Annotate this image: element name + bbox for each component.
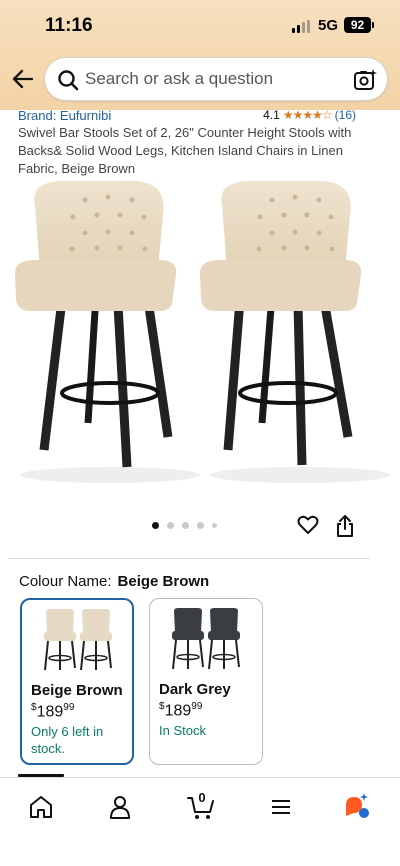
- star-rating-icon: ★★★★☆: [282, 108, 333, 122]
- price-fraction: 99: [191, 701, 203, 712]
- bottom-nav: 0: [0, 777, 400, 866]
- colour-option-dark-grey[interactable]: Dark Grey $18999 In Stock: [149, 598, 263, 765]
- home-icon[interactable]: [26, 792, 56, 822]
- option-stock: In Stock: [159, 723, 206, 738]
- brand-link[interactable]: Brand: Eufurnibi: [18, 108, 111, 123]
- page-dot[interactable]: [152, 522, 159, 529]
- camera-scan-icon[interactable]: [353, 68, 377, 92]
- search-input[interactable]: [85, 58, 335, 100]
- page-dot[interactable]: [212, 523, 217, 528]
- page-dot[interactable]: [167, 522, 174, 529]
- search-icon: [58, 70, 79, 91]
- cart-count: 0: [198, 790, 206, 805]
- page-dot[interactable]: [197, 522, 204, 529]
- stool-left: [15, 181, 200, 483]
- battery-icon: 92: [344, 17, 371, 33]
- header-background: 11:16 5G 92: [0, 0, 400, 110]
- status-time: 11:16: [45, 15, 93, 36]
- share-icon[interactable]: [335, 514, 355, 538]
- rufus-icon[interactable]: [343, 792, 373, 822]
- back-arrow-icon[interactable]: [10, 66, 36, 92]
- cart-button[interactable]: 0: [186, 790, 216, 822]
- beige-stools-thumbnail: [44, 609, 112, 671]
- heart-icon[interactable]: [297, 514, 319, 536]
- product-image[interactable]: [0, 175, 400, 505]
- stool-right: [200, 181, 390, 483]
- rating-value: 4.1: [263, 108, 280, 122]
- rating-count[interactable]: (16): [335, 108, 356, 122]
- selected-colour: Beige Brown: [117, 573, 210, 590]
- account-icon[interactable]: [105, 792, 135, 822]
- grey-stools-thumbnail: [172, 608, 240, 670]
- product-title: Swivel Bar Stools Set of 2, 26" Counter …: [18, 125, 352, 176]
- option-stock: Only 6 left in stock.: [31, 724, 104, 756]
- status-bar: 11:16 5G 92: [0, 0, 400, 52]
- colour-label-text: Colour Name:: [19, 573, 112, 590]
- rating-summary[interactable]: 4.1 ★★★★☆ (16): [263, 108, 356, 122]
- colour-label: Colour Name: Beige Brown: [19, 573, 209, 590]
- option-price: $18999: [159, 701, 202, 720]
- signal-icon: [292, 20, 310, 33]
- price-fraction: 99: [63, 702, 75, 713]
- price-whole: 189: [164, 702, 192, 720]
- image-pagination[interactable]: [152, 522, 217, 529]
- page-dot[interactable]: [182, 522, 189, 529]
- price-whole: 189: [36, 703, 64, 721]
- network-type: 5G: [318, 17, 339, 34]
- option-price: $18999: [31, 702, 74, 721]
- colour-option-beige-brown[interactable]: Beige Brown $18999 Only 6 left in stock.: [20, 598, 134, 765]
- search-bar[interactable]: [44, 57, 388, 101]
- option-name: Beige Brown: [31, 682, 123, 699]
- section-divider: [8, 558, 370, 559]
- battery-tip: [372, 22, 374, 28]
- option-name: Dark Grey: [159, 681, 231, 698]
- menu-icon[interactable]: [266, 792, 296, 822]
